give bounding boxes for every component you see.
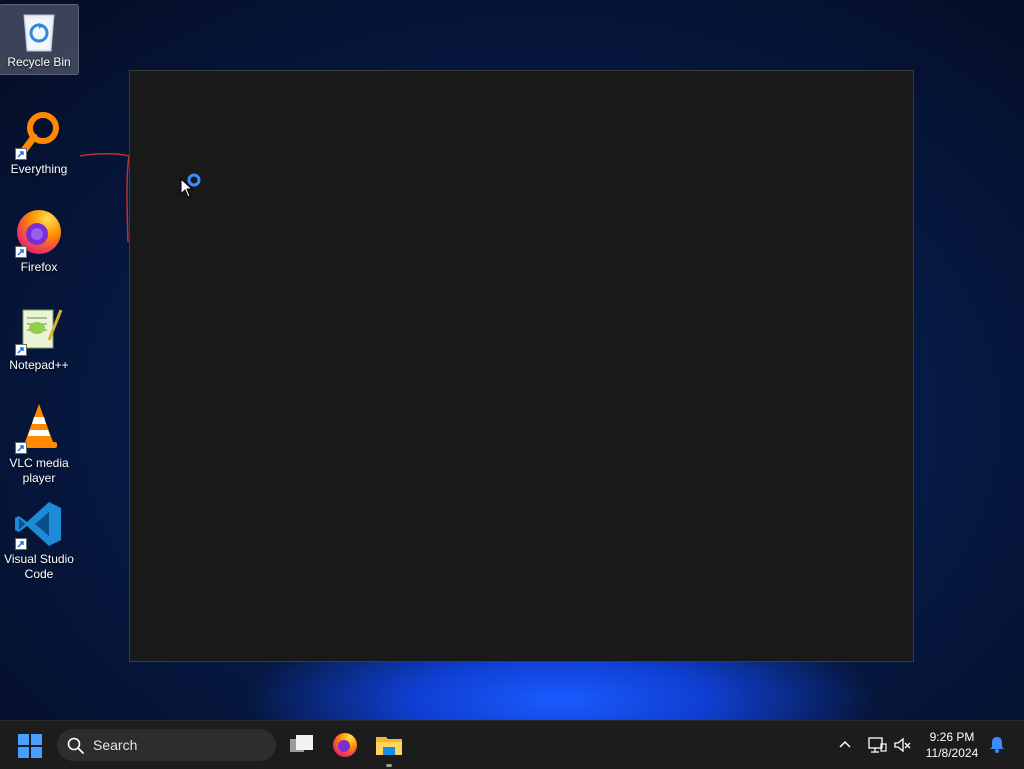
windows-logo-tile: [31, 747, 42, 758]
desktop-icon-vlc[interactable]: VLC media player: [0, 398, 78, 486]
taskbar-file-explorer-button[interactable]: [373, 729, 405, 761]
network-icon[interactable]: [867, 735, 887, 755]
recycle-bin-icon: [19, 9, 59, 53]
desktop-icon-label: Everything: [0, 162, 78, 177]
desktop-icon-label: Visual Studio Code: [2, 552, 76, 582]
chevron-up-icon[interactable]: [837, 737, 853, 753]
vlc-icon: [13, 402, 65, 454]
shortcut-arrow-icon: [15, 148, 27, 160]
search-placeholder: Search: [93, 737, 137, 753]
taskbar-firefox-button[interactable]: [329, 729, 361, 761]
clock-time: 9:26 PM: [920, 729, 984, 745]
search-icon: [67, 737, 85, 755]
running-indicator: [386, 764, 392, 767]
system-clock[interactable]: 9:26 PM 11/8/2024: [920, 729, 984, 761]
desktop-icon-label: Notepad++: [0, 358, 78, 373]
desktop-icon-everything[interactable]: Everything: [0, 104, 78, 177]
windows-logo-tile: [18, 734, 29, 745]
shortcut-arrow-icon: [15, 538, 27, 550]
windows-logo-tile: [31, 734, 42, 745]
firefox-icon: [13, 206, 65, 258]
file-explorer-icon: [373, 729, 405, 761]
desktop-icon-label: Recycle Bin: [0, 55, 78, 70]
desktop-icon-label: VLC media player: [7, 456, 71, 486]
desktop-icon-notepad-plus-plus[interactable]: Notepad++: [0, 300, 78, 373]
vscode-icon: [13, 498, 65, 550]
taskbar: Search: [0, 720, 1024, 769]
taskbar-search-box[interactable]: Search: [57, 729, 276, 761]
clock-date: 11/8/2024: [920, 745, 984, 761]
desktop-icon-recycle-bin[interactable]: Recycle Bin: [0, 5, 78, 74]
desktop-icon-firefox[interactable]: Firefox: [0, 202, 78, 275]
task-view-icon: [285, 729, 317, 761]
loading-ring-icon: [186, 172, 204, 190]
desktop-icon-vscode[interactable]: Visual Studio Code: [0, 494, 78, 582]
desktop-icon-label: Firefox: [0, 260, 78, 275]
notepad-plus-plus-icon: [13, 304, 65, 356]
task-view-button[interactable]: [285, 729, 317, 761]
windows-logo-tile: [18, 747, 29, 758]
shortcut-arrow-icon: [15, 246, 27, 258]
shortcut-arrow-icon: [15, 344, 27, 356]
everything-search-icon: [13, 108, 65, 160]
firefox-icon: [329, 729, 361, 761]
blank-app-window[interactable]: [129, 70, 914, 662]
start-button[interactable]: [18, 734, 42, 758]
notification-bell-icon[interactable]: [988, 735, 1006, 755]
shortcut-arrow-icon: [15, 442, 27, 454]
volume-muted-icon[interactable]: [893, 735, 913, 755]
